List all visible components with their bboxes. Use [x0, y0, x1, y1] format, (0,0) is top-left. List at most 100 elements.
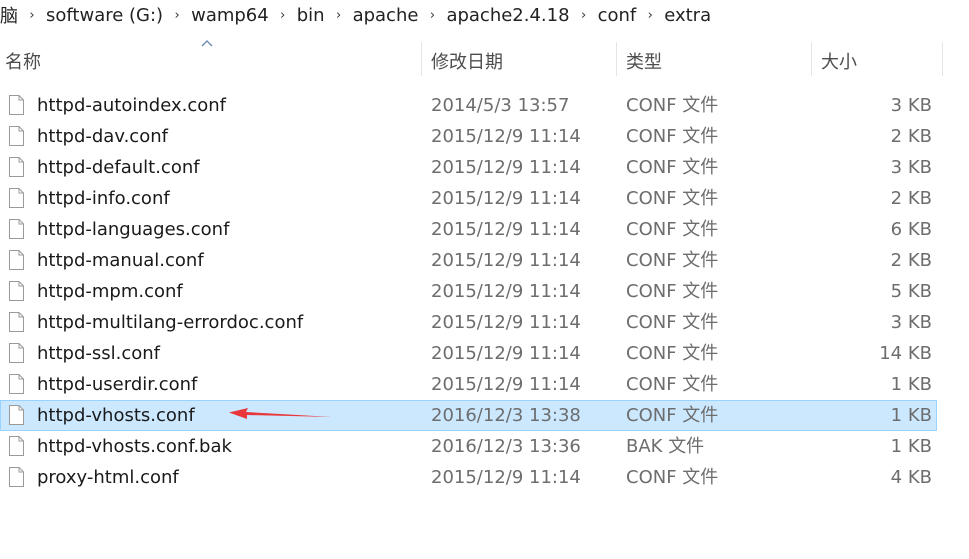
file-row[interactable]: httpd-info.conf 2015/12/9 11:14 CONF 文件 …: [0, 183, 937, 214]
file-type: CONF 文件: [626, 405, 719, 426]
file-type: CONF 文件: [626, 467, 719, 488]
file-icon: [9, 467, 24, 487]
file-size: 3 KB: [890, 312, 932, 333]
file-name: httpd-userdir.conf: [37, 374, 198, 395]
file-size: 2 KB: [890, 188, 932, 209]
file-row[interactable]: httpd-vhosts.conf.bak 2016/12/3 13:36 BA…: [0, 431, 937, 462]
breadcrumb-item-bin[interactable]: bin: [291, 5, 331, 26]
column-header-size[interactable]: 大小: [821, 40, 936, 82]
file-icon: [9, 95, 24, 115]
file-row[interactable]: httpd-dav.conf 2015/12/9 11:14 CONF 文件 2…: [0, 121, 937, 152]
file-date: 2016/12/3 13:36: [431, 436, 581, 457]
file-date: 2014/5/3 13:57: [431, 95, 570, 116]
file-name: httpd-languages.conf: [37, 219, 230, 240]
file-size: 6 KB: [890, 219, 932, 240]
file-type: CONF 文件: [626, 250, 719, 271]
chevron-right-icon[interactable]: ›: [642, 8, 658, 23]
chevron-right-icon[interactable]: ›: [275, 8, 291, 23]
file-icon: [9, 374, 24, 394]
file-icon: [9, 405, 24, 425]
file-icon: [9, 219, 24, 239]
file-row[interactable]: httpd-userdir.conf 2015/12/9 11:14 CONF …: [0, 369, 937, 400]
file-size: 14 KB: [879, 343, 932, 364]
file-size: 1 KB: [890, 405, 932, 426]
file-icon: [9, 126, 24, 146]
file-row[interactable]: httpd-default.conf 2015/12/9 11:14 CONF …: [0, 152, 937, 183]
file-name: httpd-mpm.conf: [37, 281, 183, 302]
file-name: httpd-info.conf: [37, 188, 170, 209]
chevron-right-icon[interactable]: ›: [169, 8, 185, 23]
file-size: 1 KB: [890, 374, 932, 395]
chevron-right-icon[interactable]: ›: [24, 8, 40, 23]
file-type: CONF 文件: [626, 219, 719, 240]
breadcrumb-item-wamp64[interactable]: wamp64: [185, 5, 275, 26]
file-icon: [9, 250, 24, 270]
column-header-name[interactable]: 名称: [5, 40, 415, 82]
file-size: 3 KB: [890, 157, 932, 178]
column-header-date[interactable]: 修改日期: [431, 40, 611, 82]
file-name: httpd-vhosts.conf.bak: [37, 436, 232, 457]
breadcrumb-item-apache[interactable]: apache: [347, 5, 425, 26]
file-size: 5 KB: [890, 281, 932, 302]
file-date: 2015/12/9 11:14: [431, 157, 581, 178]
file-date: 2016/12/3 13:38: [431, 405, 581, 426]
file-type: CONF 文件: [626, 157, 719, 178]
column-header-type[interactable]: 类型: [626, 40, 806, 82]
file-date: 2015/12/9 11:14: [431, 374, 581, 395]
file-type: CONF 文件: [626, 374, 719, 395]
breadcrumb-item-apache-version[interactable]: apache2.4.18: [440, 5, 575, 26]
red-arrow-icon: [228, 402, 334, 428]
breadcrumb-item-conf[interactable]: conf: [592, 5, 643, 26]
file-row[interactable]: httpd-mpm.conf 2015/12/9 11:14 CONF 文件 5…: [0, 276, 937, 307]
file-row[interactable]: httpd-languages.conf 2015/12/9 11:14 CON…: [0, 214, 937, 245]
file-name: httpd-manual.conf: [37, 250, 204, 271]
breadcrumb: 脑 › software (G:) › wamp64 › bin › apach…: [0, 0, 969, 30]
breadcrumb-item-computer[interactable]: 脑: [0, 2, 24, 28]
column-header: 名称 修改日期 类型 大小: [0, 40, 945, 82]
file-row[interactable]: httpd-autoindex.conf 2014/5/3 13:57 CONF…: [0, 90, 937, 121]
file-icon: [9, 157, 24, 177]
file-date: 2015/12/9 11:14: [431, 467, 581, 488]
file-type: CONF 文件: [626, 312, 719, 333]
file-icon: [9, 436, 24, 456]
file-size: 2 KB: [890, 126, 932, 147]
file-date: 2015/12/9 11:14: [431, 219, 581, 240]
column-divider[interactable]: [421, 42, 422, 76]
file-name: httpd-multilang-errordoc.conf: [37, 312, 304, 333]
column-divider[interactable]: [616, 42, 617, 76]
breadcrumb-item-extra[interactable]: extra: [658, 5, 717, 26]
file-date: 2015/12/9 11:14: [431, 188, 581, 209]
column-divider[interactable]: [942, 42, 943, 76]
breadcrumb-item-drive[interactable]: software (G:): [40, 5, 169, 26]
chevron-right-icon[interactable]: ›: [576, 8, 592, 23]
file-size: 4 KB: [890, 467, 932, 488]
file-row[interactable]: httpd-manual.conf 2015/12/9 11:14 CONF 文…: [0, 245, 937, 276]
file-size: 1 KB: [890, 436, 932, 457]
file-icon: [9, 343, 24, 363]
column-divider[interactable]: [811, 42, 812, 76]
file-name: httpd-vhosts.conf: [37, 405, 195, 426]
file-icon: [9, 188, 24, 208]
file-date: 2015/12/9 11:14: [431, 343, 581, 364]
file-row-selected[interactable]: httpd-vhosts.conf 2016/12/3 13:38 CONF 文…: [0, 400, 937, 431]
file-name: httpd-default.conf: [37, 157, 200, 178]
file-row[interactable]: httpd-ssl.conf 2015/12/9 11:14 CONF 文件 1…: [0, 338, 937, 369]
file-name: httpd-dav.conf: [37, 126, 168, 147]
file-date: 2015/12/9 11:14: [431, 250, 581, 271]
file-row[interactable]: proxy-html.conf 2015/12/9 11:14 CONF 文件 …: [0, 462, 937, 493]
file-size: 3 KB: [890, 95, 932, 116]
file-type: CONF 文件: [626, 126, 719, 147]
file-name: httpd-autoindex.conf: [37, 95, 226, 116]
file-name: httpd-ssl.conf: [37, 343, 161, 364]
file-row[interactable]: httpd-multilang-errordoc.conf 2015/12/9 …: [0, 307, 937, 338]
chevron-right-icon[interactable]: ›: [331, 8, 347, 23]
file-date: 2015/12/9 11:14: [431, 126, 581, 147]
file-date: 2015/12/9 11:14: [431, 281, 581, 302]
file-type: BAK 文件: [626, 436, 705, 457]
file-name: proxy-html.conf: [37, 467, 179, 488]
chevron-right-icon[interactable]: ›: [424, 8, 440, 23]
file-date: 2015/12/9 11:14: [431, 312, 581, 333]
file-type: CONF 文件: [626, 281, 719, 302]
file-size: 2 KB: [890, 250, 932, 271]
file-type: CONF 文件: [626, 188, 719, 209]
